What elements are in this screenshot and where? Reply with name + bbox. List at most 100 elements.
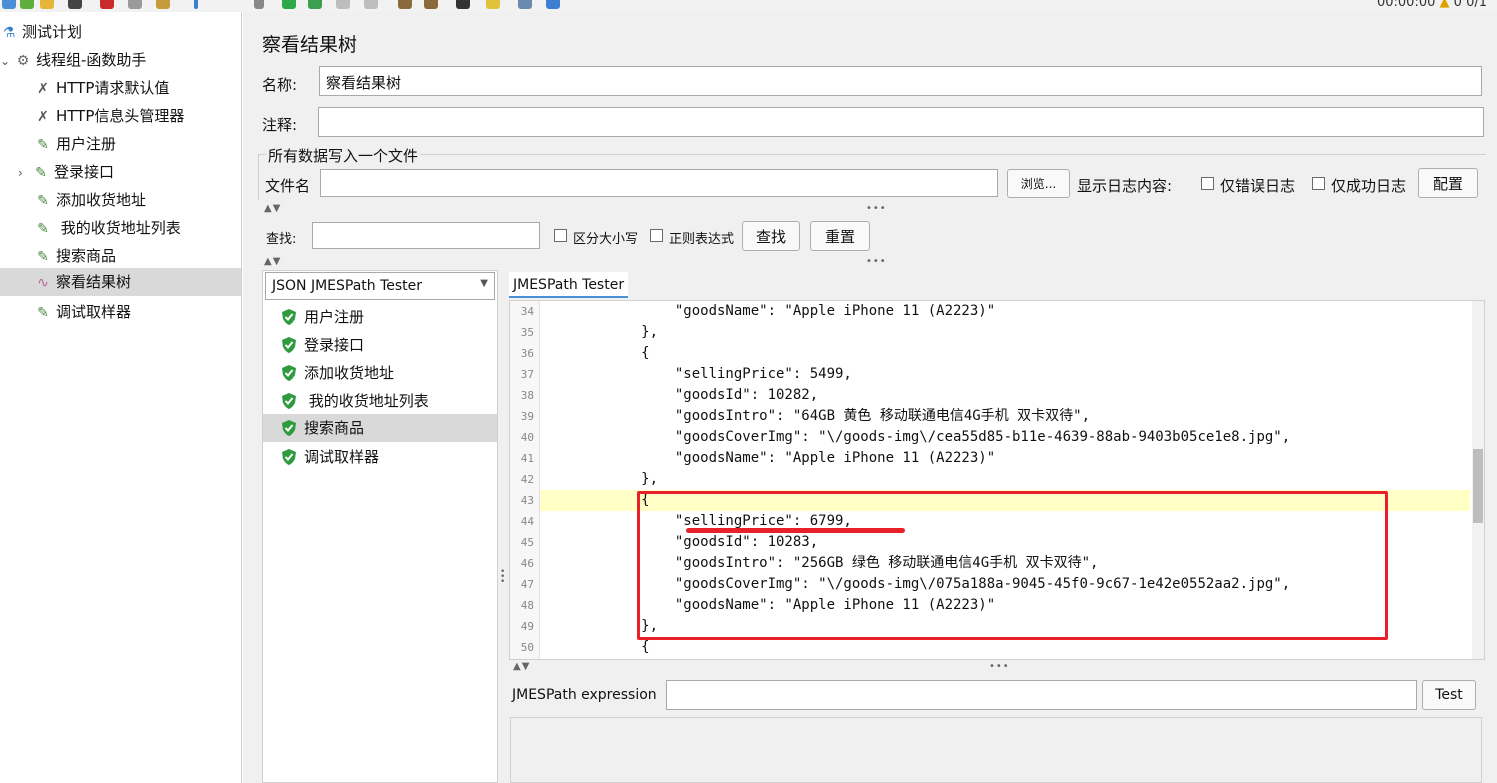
line-number: 42 — [520, 473, 534, 486]
renderer-select[interactable]: JSON JMESPath Tester ▼ — [265, 272, 495, 300]
search-binoculars-icon[interactable] — [456, 0, 470, 9]
errors-only-checkbox[interactable] — [1201, 177, 1214, 190]
copy-icon[interactable] — [128, 0, 142, 9]
tree-node-add-address[interactable]: ✎ 添加收货地址 — [34, 186, 146, 214]
config-button[interactable]: 配置 — [1418, 168, 1478, 198]
tree-node-http-defaults[interactable]: ✗ HTTP请求默认值 — [34, 74, 169, 102]
result-item[interactable]: 添加收货地址 — [282, 359, 394, 387]
function-helper-icon[interactable] — [518, 0, 532, 9]
results-splitter[interactable]: • • • — [500, 568, 506, 587]
case-sensitive-label: 区分大小写 — [573, 232, 639, 247]
code-line: { — [540, 345, 650, 361]
name-field[interactable]: 察看结果树 — [319, 66, 1482, 96]
success-only-checkbox[interactable] — [1312, 177, 1325, 190]
result-item-selected[interactable]: 搜索商品 — [263, 414, 497, 442]
tab-jmespath-tester[interactable]: JMESPath Tester — [509, 272, 629, 298]
find-button[interactable]: 查找 — [742, 221, 800, 251]
new-plan-icon[interactable] — [2, 0, 16, 9]
paste-icon[interactable] — [156, 0, 170, 9]
warning-count: 0 — [1453, 0, 1462, 10]
code-line: "sellingPrice": 5499, — [540, 366, 852, 382]
open-icon[interactable] — [40, 0, 54, 9]
expand-icon[interactable] — [194, 0, 198, 9]
save-icon[interactable] — [68, 0, 82, 9]
code-line: }, — [540, 471, 659, 487]
warning-icon: ▲ — [1439, 0, 1450, 10]
success-shield-icon — [282, 337, 296, 353]
tree-node-thread-group[interactable]: ⌄ ⚙ 线程组-函数助手 — [0, 46, 146, 74]
vertical-scrollbar[interactable] — [1472, 301, 1484, 659]
start-no-pause-icon[interactable] — [308, 0, 322, 9]
wrench-icon: ✗ — [37, 109, 49, 125]
code-line: "goodsCoverImg": "\/goods-img\/cea55d85-… — [540, 429, 1291, 445]
line-number: 44 — [520, 515, 534, 528]
line-number: 37 — [520, 368, 534, 381]
case-sensitive-checkbox[interactable] — [554, 229, 567, 242]
template-icon[interactable] — [20, 0, 34, 9]
tree-node-test-plan[interactable]: ⚗ 测试计划 — [0, 18, 82, 46]
line-number: 49 — [520, 620, 534, 633]
search-input[interactable] — [312, 222, 540, 249]
line-number: 50 — [520, 641, 534, 654]
name-label: 名称: — [262, 76, 298, 94]
success-shield-icon — [282, 393, 296, 409]
pipette-icon: ✎ — [37, 221, 49, 237]
jmespath-expression-input[interactable] — [666, 680, 1417, 710]
result-item[interactable]: 我的收货地址列表 — [282, 387, 429, 415]
clear-all-icon[interactable] — [424, 0, 438, 9]
tree-node-debug-sampler[interactable]: ✎ 调试取样器 — [34, 298, 131, 326]
thread-ratio: 0/1 — [1466, 0, 1487, 10]
code-line: "goodsName": "Apple iPhone 11 (A2223)" — [540, 450, 996, 466]
horizontal-splitter-top[interactable]: ▲▼ ••• — [258, 204, 1486, 214]
success-shield-icon — [282, 420, 296, 436]
shutdown-icon[interactable] — [364, 0, 378, 9]
chevron-right-icon[interactable]: › — [18, 159, 32, 187]
run-status: 00:00:00 ▲ 0 0/1 — [1377, 0, 1487, 10]
test-button[interactable]: Test — [1422, 680, 1476, 710]
gear-icon: ⚙ — [16, 53, 30, 69]
graph-icon: ∿ — [37, 275, 49, 291]
result-item[interactable]: 调试取样器 — [282, 443, 379, 471]
tree-node-view-results-tree[interactable]: ∿ 察看结果树 — [0, 268, 241, 296]
comment-field[interactable] — [318, 107, 1484, 137]
filename-field[interactable] — [320, 169, 998, 197]
tree-node-address-list[interactable]: ✎ 我的收货地址列表 — [34, 214, 181, 242]
line-number: 48 — [520, 599, 534, 612]
comment-label: 注释: — [262, 116, 298, 134]
jmespath-expression-label: JMESPath expression — [512, 687, 657, 703]
annotation-highlight-box — [637, 491, 1388, 640]
reset-button[interactable]: 重置 — [810, 221, 870, 251]
cut-icon[interactable] — [100, 0, 114, 9]
test-plan-tree: ⚗ 测试计划 ⌄ ⚙ 线程组-函数助手 ✗ HTTP请求默认值 ✗ HTTP信息头管理器 … — [0, 12, 242, 783]
code-line: }, — [540, 324, 659, 340]
line-number: 43 — [520, 494, 534, 507]
success-shield-icon — [282, 309, 296, 325]
tree-node-header-manager[interactable]: ✗ HTTP信息头管理器 — [34, 102, 184, 130]
scrollbar-thumb[interactable] — [1473, 449, 1483, 523]
tree-node-search-goods[interactable]: ✎ 搜索商品 — [34, 242, 116, 270]
filename-label: 文件名 — [265, 177, 311, 195]
reset-search-icon[interactable] — [486, 0, 500, 9]
regex-checkbox[interactable] — [650, 229, 663, 242]
line-number: 35 — [520, 326, 534, 339]
success-shield-icon — [282, 365, 296, 381]
clear-icon[interactable] — [398, 0, 412, 9]
line-number: 46 — [520, 557, 534, 570]
tree-node-user-register[interactable]: ✎ 用户注册 — [34, 130, 116, 158]
elapsed-time: 00:00:00 — [1376, 0, 1436, 10]
chevron-down-icon[interactable]: ⌄ — [0, 47, 14, 75]
result-item[interactable]: 登录接口 — [282, 331, 364, 359]
renderer-selected: JSON JMESPath Tester — [272, 278, 423, 294]
line-number: 41 — [520, 452, 534, 465]
horizontal-splitter-middle[interactable]: ▲▼ ••• — [258, 257, 1486, 267]
browse-button[interactable]: 浏览... — [1007, 169, 1070, 198]
stop-icon[interactable] — [336, 0, 350, 9]
line-number: 36 — [520, 347, 534, 360]
result-item[interactable]: 用户注册 — [282, 303, 364, 331]
horizontal-splitter-bottom[interactable]: ▲▼ ••• — [509, 662, 1485, 672]
tree-node-login[interactable]: › ✎ 登录接口 — [18, 158, 114, 186]
start-icon[interactable] — [282, 0, 296, 9]
toggle-icon[interactable] — [254, 0, 264, 9]
help-icon[interactable] — [546, 0, 560, 9]
errors-only-label: 仅错误日志 — [1220, 177, 1296, 195]
